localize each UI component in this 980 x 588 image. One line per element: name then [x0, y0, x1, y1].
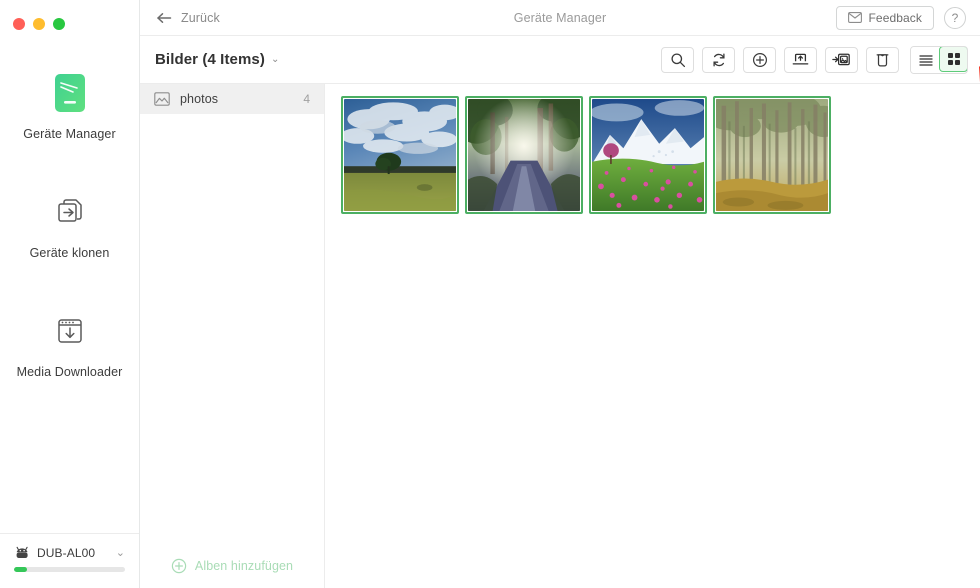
toolbar-actions [661, 45, 968, 74]
minimize-window-button[interactable] [33, 17, 45, 30]
photo-grid-pane [325, 84, 980, 588]
device-clone-icon [49, 191, 91, 233]
photo-image-misty-birch-forest [716, 99, 828, 211]
traffic-lights [0, 0, 139, 36]
album-count: 4 [303, 92, 310, 106]
arrow-left-icon [156, 12, 172, 24]
export-button[interactable] [825, 46, 858, 73]
battery-indicator [14, 567, 125, 572]
import-button[interactable] [784, 46, 817, 73]
device-name: DUB-AL00 [37, 546, 96, 560]
list-icon [918, 54, 933, 66]
import-to-device-icon [792, 52, 809, 67]
photo-thumbnail-1[interactable] [341, 96, 459, 214]
media-downloader-icon [49, 310, 91, 352]
sidebar-item-label: Media Downloader [16, 365, 123, 379]
android-robot-icon [14, 546, 31, 560]
sidebar-item-label: Geräte Manager [23, 127, 116, 141]
add-album-label: Alben hinzufügen [194, 559, 294, 573]
sidebar-item-media-downloader[interactable]: Media Downloader [0, 310, 139, 379]
zoom-window-button[interactable] [53, 17, 65, 30]
add-album-button[interactable]: Alben hinzufügen [140, 544, 324, 588]
content-split: photos 4 Alben hinzufügen [140, 84, 980, 588]
feedback-button[interactable]: Feedback [835, 5, 934, 30]
question-mark-icon: ? [951, 10, 959, 25]
trash-icon [875, 52, 890, 68]
sidebar-item-geraete-manager[interactable]: Geräte Manager [0, 72, 139, 141]
album-list: photos 4 [140, 84, 324, 114]
back-label: Zurück [181, 10, 220, 25]
app-window: Geräte Manager Geräte klonen Media Downl… [0, 0, 980, 588]
export-photo-icon [832, 52, 851, 67]
album-pane: photos 4 Alben hinzufügen [140, 84, 325, 588]
refresh-button[interactable] [702, 46, 735, 73]
photo-thumbnail-2[interactable] [465, 96, 583, 214]
sidebar-nav: Geräte Manager Geräte klonen Media Downl… [0, 36, 139, 429]
left-rail: Geräte Manager Geräte klonen Media Downl… [0, 0, 140, 588]
plus-circle-icon [171, 558, 187, 574]
titlebar-actions: Feedback ? [835, 5, 966, 30]
image-icon [154, 92, 170, 106]
back-button[interactable]: Zurück [156, 11, 220, 25]
list-view-button[interactable] [911, 46, 940, 73]
photo-image-forest-road [468, 99, 580, 211]
chevron-down-icon[interactable]: ⌄ [271, 54, 279, 65]
breadcrumb-label: Bilder (4 Items) [155, 51, 265, 68]
photo-thumbnail-3[interactable] [589, 96, 707, 214]
search-icon [670, 52, 686, 68]
plus-circle-icon [752, 52, 768, 68]
chevron-down-icon[interactable]: ⌄ [116, 547, 125, 559]
photo-image-snowy-mountain-flowers [592, 99, 704, 211]
sidebar-item-label: Geräte klonen [29, 246, 110, 260]
connected-device-panel[interactable]: DUB-AL00 ⌄ [0, 533, 139, 588]
envelope-icon [847, 12, 862, 23]
device-manager-icon [49, 72, 91, 114]
photo-thumbnail-4[interactable] [713, 96, 831, 214]
photo-image-tree-in-field [344, 99, 456, 211]
titlebar: Zurück Geräte Manager Feedback ? [140, 0, 980, 36]
search-button[interactable] [661, 46, 694, 73]
view-mode-toggle [910, 45, 968, 74]
help-button[interactable]: ? [944, 6, 966, 29]
battery-fill [14, 567, 28, 572]
add-button[interactable] [743, 46, 776, 73]
album-name: photos [180, 92, 219, 106]
grid-view-button[interactable] [939, 46, 967, 72]
delete-button[interactable] [866, 46, 899, 73]
album-item-photos[interactable]: photos 4 [140, 84, 324, 114]
toolbar: Bilder (4 Items) ⌄ [140, 36, 980, 84]
sidebar-item-geraete-klonen[interactable]: Geräte klonen [0, 191, 139, 260]
thumbnail-grid [341, 96, 980, 214]
refresh-icon [711, 52, 727, 68]
breadcrumb[interactable]: Bilder (4 Items) ⌄ [155, 51, 279, 68]
grid-icon [947, 52, 961, 66]
main-area: Zurück Geräte Manager Feedback ? Bilder … [140, 0, 980, 588]
feedback-label: Feedback [868, 10, 922, 25]
device-row[interactable]: DUB-AL00 ⌄ [14, 546, 125, 560]
close-window-button[interactable] [13, 17, 25, 30]
